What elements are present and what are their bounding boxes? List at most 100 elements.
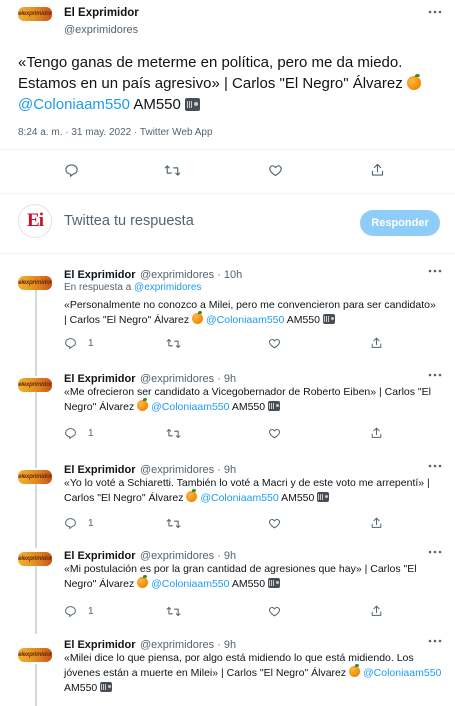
share-icon[interactable] [370, 336, 383, 350]
orange-emoji [349, 664, 361, 677]
avatar-logo-text: elexprimidor [18, 474, 52, 480]
share-icon[interactable] [370, 516, 383, 530]
reply-avatar[interactable]: elexprimidor [18, 470, 52, 484]
reply-icon[interactable] [64, 337, 77, 350]
like-icon[interactable] [268, 163, 283, 178]
reply-text-end: AM550 [281, 492, 315, 504]
share-icon[interactable] [370, 426, 383, 440]
retweet-icon[interactable] [166, 605, 181, 618]
reply-header: El Exprimidor @exprimidores · 10h [64, 265, 242, 283]
reply-author-handle[interactable]: @exprimidores · 9h [140, 464, 236, 476]
reply-author-name[interactable]: El Exprimidor [64, 269, 136, 281]
share-icon[interactable] [370, 604, 383, 618]
reply-text-body: «Milei dice lo que piensa, por algo está… [64, 652, 414, 679]
like-icon[interactable] [268, 605, 281, 618]
retweet-icon[interactable] [166, 337, 181, 350]
reply-text-end: AM550 [231, 578, 266, 590]
reply-to-prefix: En respuesta a [64, 282, 132, 293]
more-icon[interactable] [428, 7, 442, 17]
reply-action-bar: 1 [64, 336, 444, 352]
reply-action-bar: 1 [64, 604, 444, 620]
reply-input[interactable]: Twittea tu respuesta [64, 213, 194, 229]
reply-text: «Personalmente no conozco a Milei, pero … [64, 298, 436, 328]
more-icon[interactable] [428, 461, 442, 471]
more-icon[interactable] [428, 547, 442, 557]
reply-text-end: AM550 [286, 314, 320, 326]
mention-link[interactable]: @Coloniaam550 [200, 492, 278, 504]
reply-action-bar: 1 [64, 516, 444, 532]
reply-icon[interactable] [64, 163, 79, 178]
orange-emoji [406, 74, 421, 90]
orange-emoji [186, 489, 198, 502]
mention-link[interactable]: @Coloniaam550 [206, 314, 284, 326]
author-avatar[interactable]: elexprimidor [18, 7, 52, 21]
reply-count: 1 [88, 518, 94, 529]
reply-text: «Milei dice lo que piensa, por algo está… [64, 651, 442, 696]
reply-author-handle[interactable]: @exprimidores · 10h [140, 269, 242, 281]
reply-avatar[interactable]: elexprimidor [18, 552, 52, 566]
avatar-logo-text: elexprimidor [18, 280, 52, 286]
more-icon[interactable] [428, 370, 442, 380]
share-icon[interactable] [370, 162, 385, 178]
mention-link[interactable]: @Coloniaam550 [18, 96, 130, 113]
reply-action-bar: 1 [64, 426, 444, 442]
reply-text: «Me ofrecieron ser candidato a Vicegober… [64, 385, 444, 415]
retweet-icon[interactable] [166, 517, 181, 530]
reply-avatar[interactable]: elexprimidor [18, 648, 52, 662]
mention-link[interactable]: @Coloniaam550 [363, 667, 441, 679]
tweet-text-body: «Tengo ganas de meterme en política, per… [18, 54, 403, 92]
avatar-logo-text: elexprimidor [18, 382, 52, 388]
reply-author-handle[interactable]: @exprimidores · 9h [140, 550, 236, 562]
reply-author-handle[interactable]: @exprimidores · 9h [140, 639, 236, 651]
like-icon[interactable] [268, 337, 281, 350]
reply-author-name[interactable]: El Exprimidor [64, 464, 136, 476]
main-action-bar [0, 160, 455, 182]
radio-emoji [322, 314, 335, 324]
reply-text: «Yo lo voté a Schiaretti. También lo vot… [64, 476, 434, 506]
orange-emoji [192, 311, 204, 324]
reply-icon[interactable] [64, 605, 77, 618]
reply-author-name[interactable]: El Exprimidor [64, 639, 136, 651]
like-icon[interactable] [268, 427, 281, 440]
reply-context: En respuesta a @exprimidores [64, 282, 201, 293]
retweet-icon[interactable] [164, 163, 181, 178]
reply-text-end: AM550 [231, 401, 266, 413]
reply-count: 1 [88, 428, 94, 439]
avatar-logo-text: elexprimidor [18, 11, 52, 17]
tweet-text: «Tengo ganas de meterme en política, per… [18, 52, 438, 115]
reply-to-handle[interactable]: @exprimidores [134, 282, 201, 293]
reply-button[interactable]: Responder [360, 210, 440, 236]
tweet-timestamp[interactable]: 8:24 a. m. · 31 may. 2022 · Twitter Web … [18, 127, 213, 138]
compose-avatar-logo: Ei [27, 210, 44, 231]
orange-emoji [137, 575, 149, 588]
mention-link[interactable]: @Coloniaam550 [151, 401, 229, 413]
tweet-text-end: AM550 [133, 96, 181, 113]
reply-avatar[interactable]: elexprimidor [18, 276, 52, 290]
radio-emoji [317, 492, 330, 502]
author-handle[interactable]: @exprimidores [64, 24, 138, 36]
reply-author-handle[interactable]: @exprimidores · 9h [140, 373, 236, 385]
like-icon[interactable] [268, 517, 281, 530]
radio-emoji [268, 578, 281, 588]
avatar-logo-text: elexprimidor [18, 556, 52, 562]
reply-text-end: AM550 [64, 682, 98, 694]
reply-author-name[interactable]: El Exprimidor [64, 550, 136, 562]
reply-count: 1 [88, 338, 94, 349]
reply-count: 1 [88, 606, 94, 617]
radio-emoji [185, 98, 201, 111]
radio-emoji [100, 682, 113, 692]
retweet-icon[interactable] [166, 427, 181, 440]
reply-author-name[interactable]: El Exprimidor [64, 373, 136, 385]
reply-icon[interactable] [64, 517, 77, 530]
more-icon[interactable] [428, 266, 442, 276]
author-name[interactable]: El Exprimidor [64, 7, 139, 19]
reply-text: «Mi postulación es por la gran cantidad … [64, 562, 440, 592]
reply-icon[interactable] [64, 427, 77, 440]
orange-emoji [137, 398, 149, 411]
mention-link[interactable]: @Coloniaam550 [151, 578, 229, 590]
more-icon[interactable] [428, 636, 442, 646]
avatar-logo-text: elexprimidor [18, 652, 52, 658]
reply-avatar[interactable]: elexprimidor [18, 378, 52, 392]
compose-avatar[interactable]: Ei [18, 204, 52, 238]
radio-emoji [268, 401, 281, 411]
